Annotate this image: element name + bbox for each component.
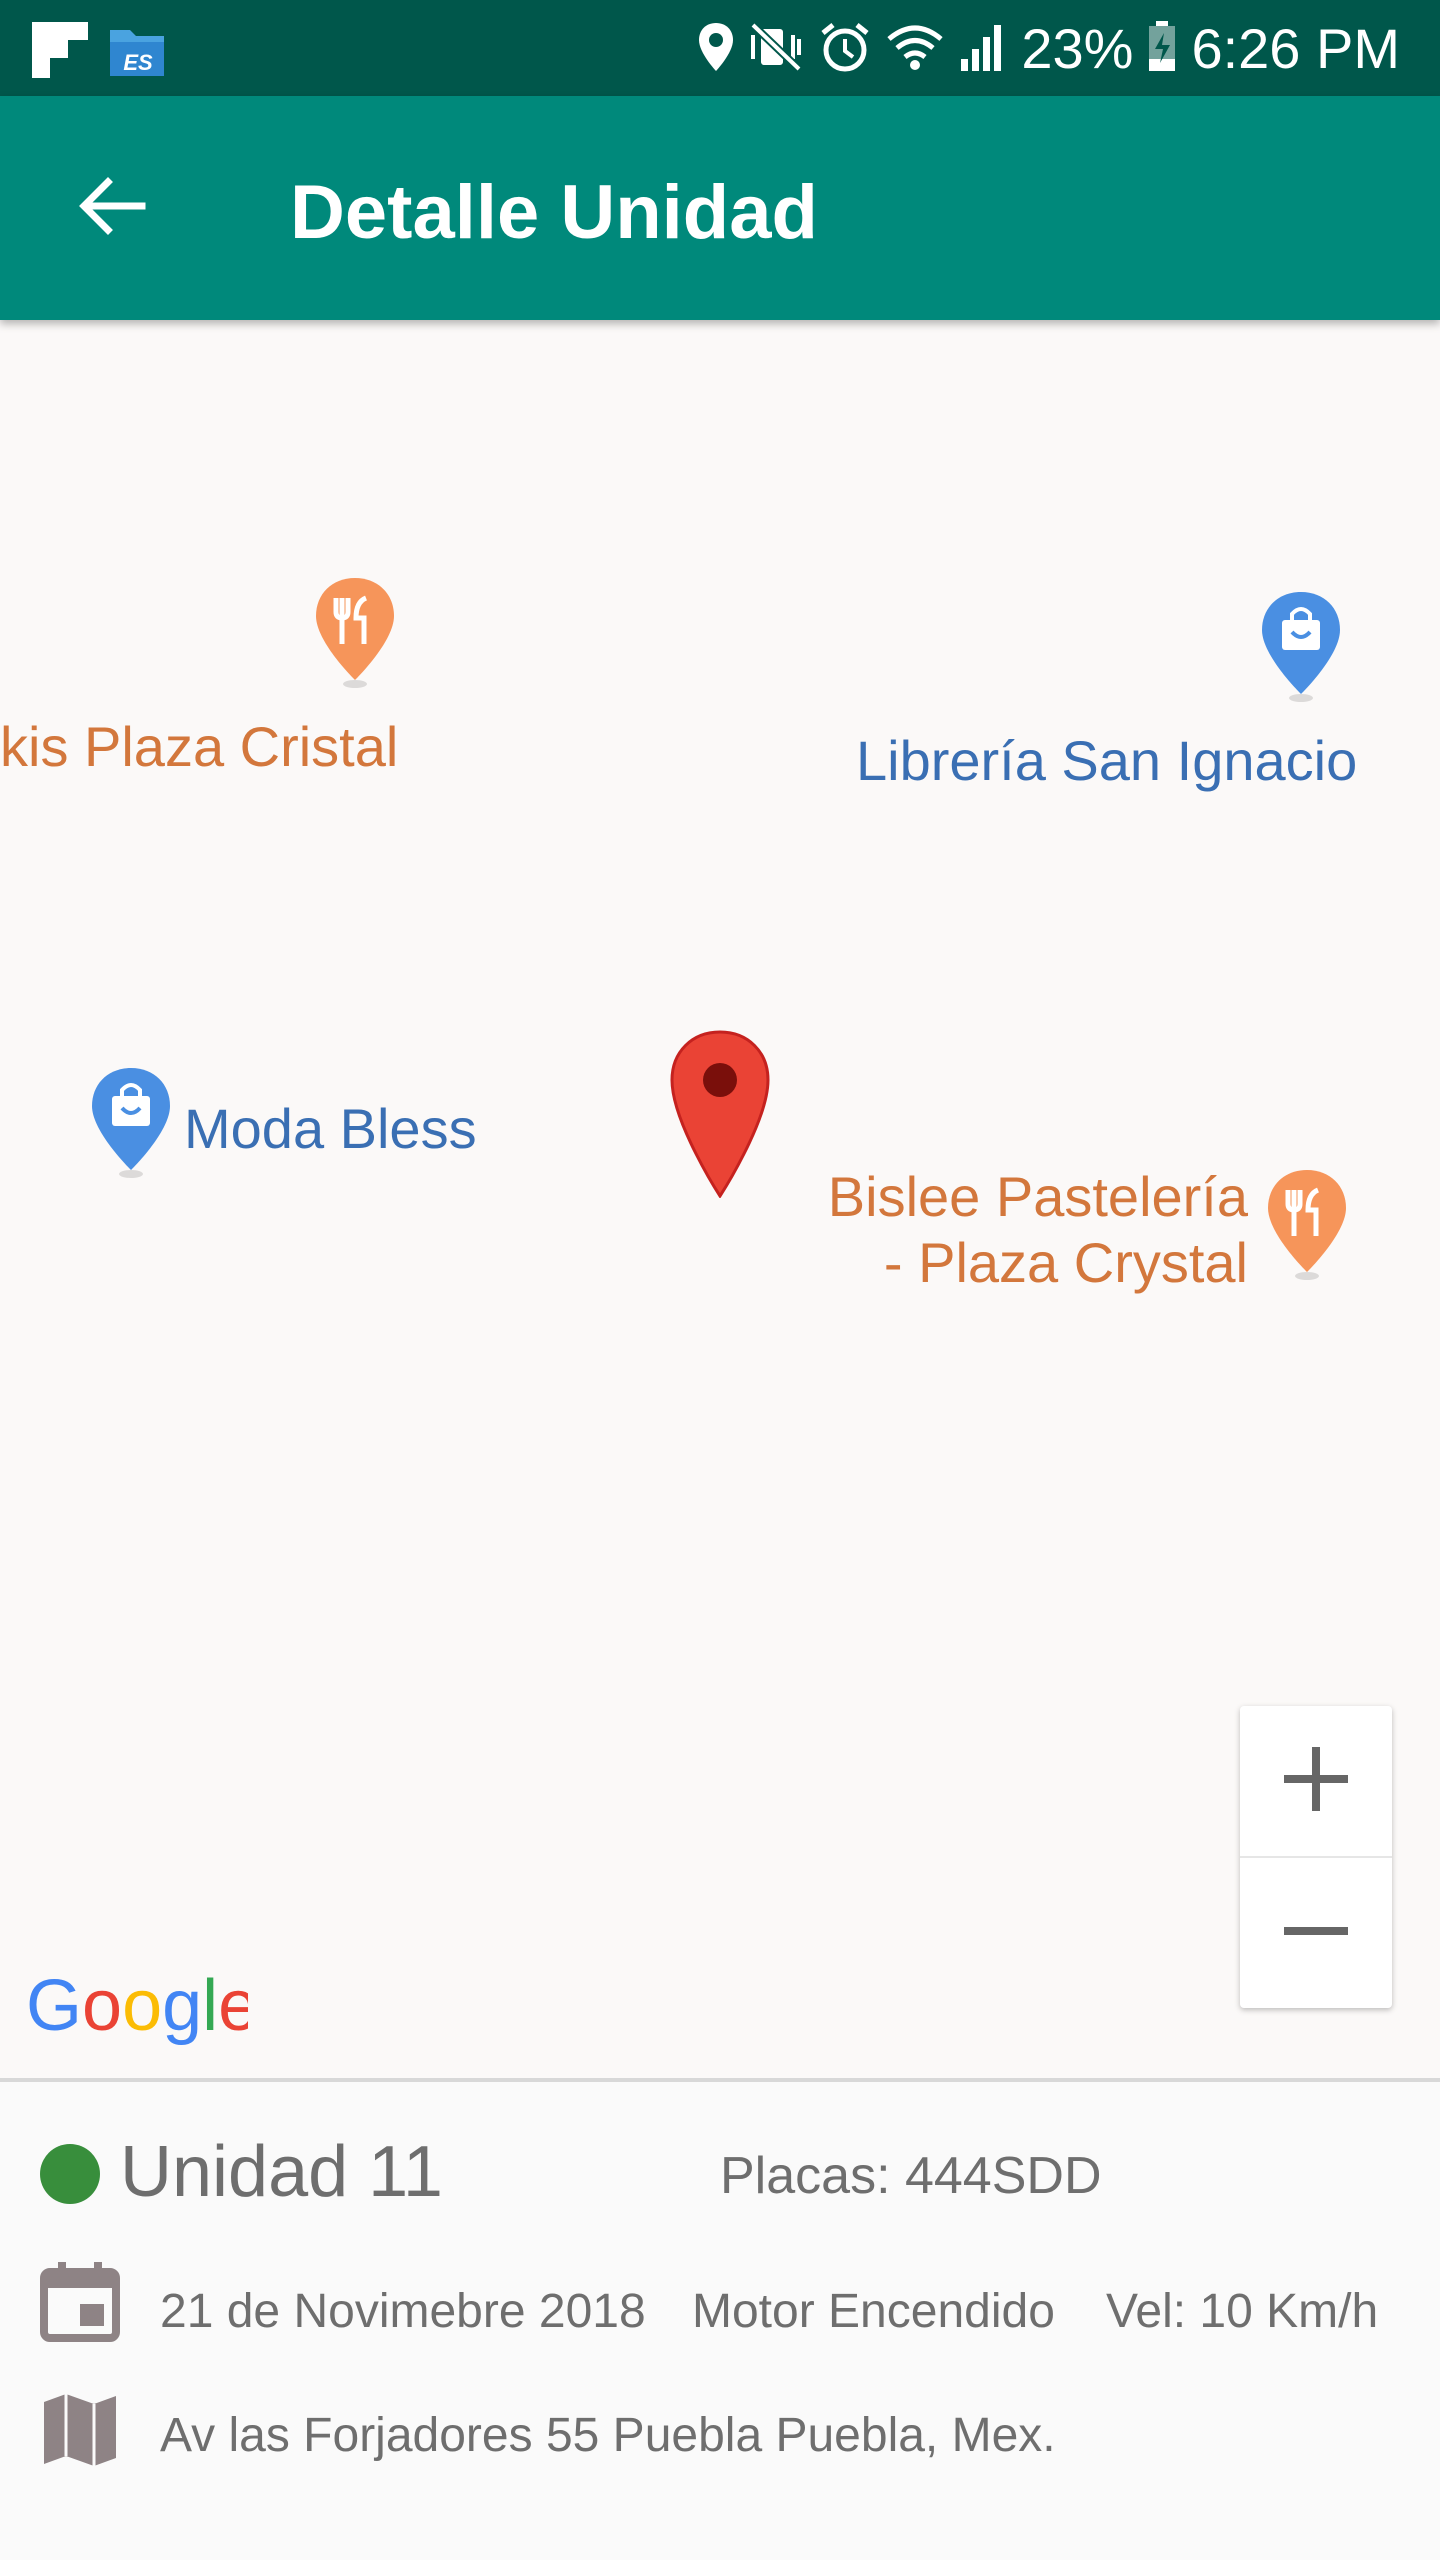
restaurant-pin-icon[interactable] bbox=[312, 576, 398, 697]
poi-label-line-1: Bislee Pastelería bbox=[827, 1165, 1248, 1228]
map-view[interactable]: kis Plaza Cristal Librería San Ignacio M… bbox=[0, 320, 1440, 2080]
poi-label-bislee-pasteleria[interactable]: Bislee Pastelería - Plaza Crystal bbox=[828, 1164, 1248, 1296]
zoom-controls bbox=[1240, 1706, 1392, 2008]
poi-label-plaza-cristal[interactable]: kis Plaza Cristal bbox=[0, 714, 398, 780]
wifi-icon bbox=[885, 21, 945, 78]
signal-icon bbox=[959, 21, 1007, 78]
poi-label-moda-bless[interactable]: Moda Bless bbox=[184, 1096, 477, 1162]
es-file-explorer-icon: ES bbox=[108, 22, 166, 83]
page-title: Detalle Unidad bbox=[290, 170, 818, 255]
clock-time: 6:26 PM bbox=[1191, 17, 1400, 80]
system-icons: 23% 6:26 PM bbox=[697, 14, 1400, 84]
arrow-back-icon bbox=[76, 170, 148, 247]
status-bar: ES 23% 6:26 PM bbox=[0, 0, 1440, 96]
notification-icons: ES bbox=[32, 22, 166, 83]
vibrate-mute-icon bbox=[749, 21, 805, 78]
unit-speed: Vel: 10 Km/h bbox=[1106, 2285, 1379, 2338]
svg-text:Google: Google bbox=[26, 1970, 248, 2046]
flipboard-icon bbox=[32, 22, 88, 83]
poi-label-line-2: - Plaza Crystal bbox=[883, 1231, 1248, 1294]
zoom-out-button[interactable] bbox=[1240, 1858, 1392, 2008]
unit-location-marker-icon[interactable] bbox=[668, 1030, 772, 1203]
unit-plates: Placas: 444SDD bbox=[720, 2147, 1102, 2205]
zoom-in-button[interactable] bbox=[1240, 1706, 1392, 1856]
minus-icon bbox=[1280, 1895, 1352, 1972]
status-indicator bbox=[40, 2144, 100, 2204]
svg-text:ES: ES bbox=[123, 50, 153, 75]
alarm-icon bbox=[819, 21, 871, 78]
battery-percentage: 23% bbox=[1021, 17, 1134, 80]
shopping-pin-icon[interactable] bbox=[1258, 590, 1344, 711]
app-bar: Detalle Unidad bbox=[0, 96, 1440, 320]
unit-name: Unidad 11 bbox=[120, 2132, 443, 2212]
calendar-icon bbox=[40, 2260, 120, 2347]
unit-address: Av las Forjadores 55 Puebla Puebla, Mex. bbox=[160, 2409, 1056, 2462]
map-icon bbox=[40, 2392, 120, 2473]
back-button[interactable] bbox=[56, 152, 168, 264]
shopping-pin-icon[interactable] bbox=[88, 1066, 174, 1187]
unit-info-panel: Unidad 11 Placas: 444SDD 21 de Novimebre… bbox=[0, 2082, 1440, 2560]
plus-icon bbox=[1280, 1743, 1352, 1820]
unit-date: 21 de Novimebre 2018 bbox=[160, 2285, 646, 2338]
location-icon bbox=[697, 21, 735, 78]
google-logo: Google bbox=[26, 1966, 258, 2066]
engine-status: Motor Encendido bbox=[692, 2285, 1055, 2338]
poi-label-libreria-san-ignacio[interactable]: Librería San Ignacio bbox=[856, 728, 1357, 794]
battery-charging-icon bbox=[1147, 20, 1177, 78]
restaurant-pin-icon[interactable] bbox=[1264, 1168, 1350, 1289]
